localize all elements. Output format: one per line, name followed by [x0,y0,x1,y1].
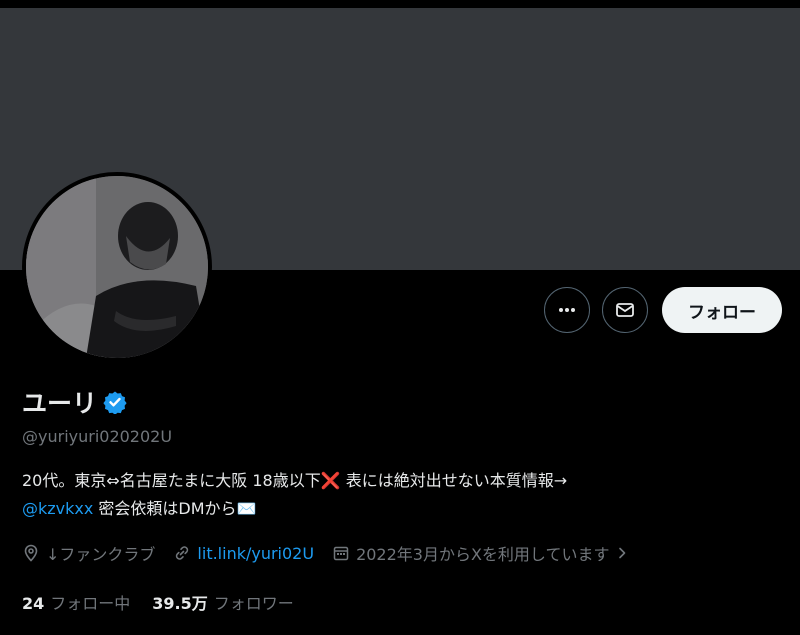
followers-label: フォロワー [213,594,294,613]
bio-text-2: 密会依頼はDMから✉️ [93,499,257,518]
profile-action-row: フォロー [544,287,782,333]
location-text: ↓ファンクラブ [46,545,156,564]
bio-line-2: @kzvkxx 密会依頼はDMから✉️ [22,495,762,523]
envelope-icon [616,303,634,317]
more-button[interactable] [544,287,590,333]
display-name-row: ユーリ [22,384,127,420]
joined-text: 2022年3月からXを利用しています [356,545,610,564]
profile-handle: @yuriyuri020202U [22,427,173,446]
profile-meta: ↓ファンクラブ lit.link/yuri02U 2022年3月からXを利用して… [22,541,653,565]
profile-avatar[interactable] [22,172,212,362]
following-count: 24 [22,594,45,613]
following-label: フォロー中 [50,594,131,613]
website-item: lit.link/yuri02U [173,544,314,563]
following-stat[interactable]: 24 フォロー中 [22,590,130,614]
chevron-right-icon [619,547,626,559]
top-strip [0,0,800,8]
more-horizontal-icon [559,308,575,312]
bio-mention-link[interactable]: @kzvkxx [22,499,93,518]
verified-badge-icon[interactable] [103,390,127,414]
profile-stats: 24 フォロー中 39.5万 フォロワー [22,590,316,614]
avatar-photo [26,176,208,358]
followers-count: 39.5万 [152,594,208,613]
link-icon [176,546,189,560]
joined-item[interactable]: 2022年3月からXを利用しています [332,541,635,565]
location-pin-icon [24,544,38,562]
follow-button[interactable]: フォロー [662,287,782,333]
bio-line-1: 20代。東京⇔名古屋たまに大阪 18歳以下❌ 表には絶対出せない本質情報→ [22,471,568,490]
message-button[interactable] [602,287,648,333]
location-item: ↓ファンクラブ [22,541,155,565]
followers-stat[interactable]: 39.5万 フォロワー [152,590,294,614]
calendar-icon [333,546,349,561]
profile-bio: 20代。東京⇔名古屋たまに大阪 18歳以下❌ 表には絶対出せない本質情報→ @k… [22,467,762,523]
display-name: ユーリ [22,389,98,418]
website-link[interactable]: lit.link/yuri02U [197,544,314,563]
